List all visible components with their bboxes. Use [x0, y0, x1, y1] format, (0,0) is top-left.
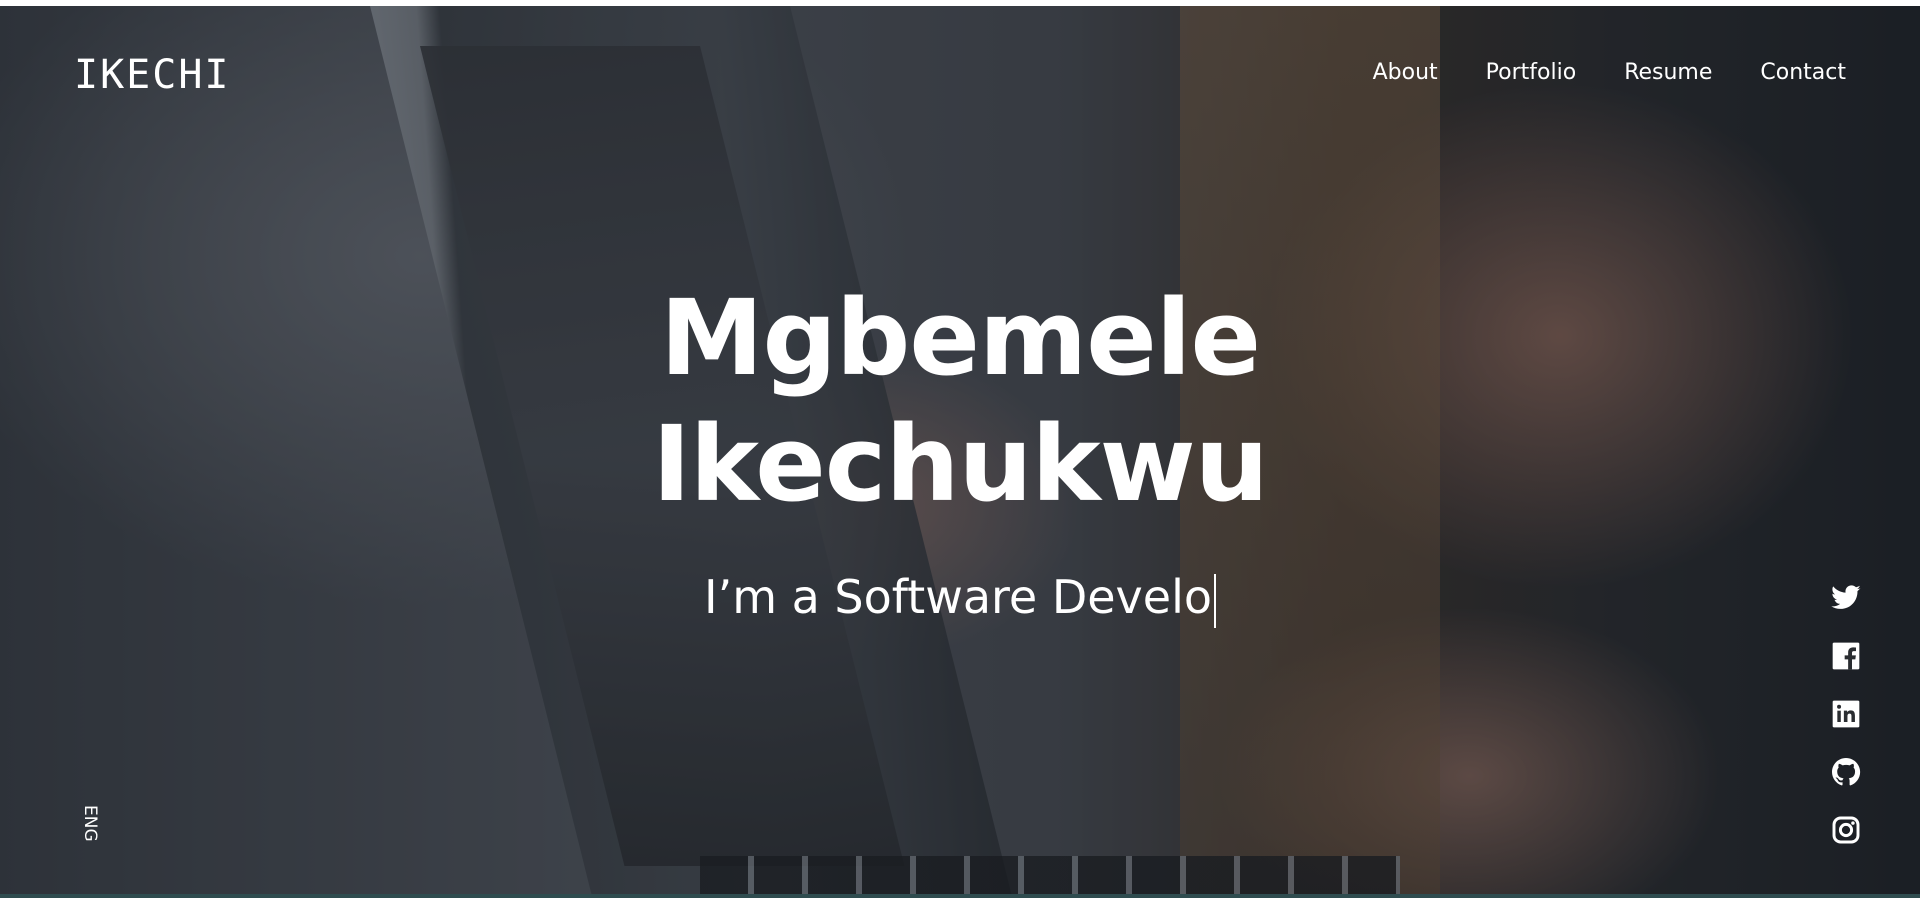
nav-about[interactable]: About [1373, 60, 1438, 85]
hero-name: Mgbemele Ikechukwu [0, 275, 1920, 527]
facebook-icon[interactable] [1830, 640, 1862, 672]
hero-name-first: Mgbemele [659, 277, 1261, 399]
typing-cursor [1214, 573, 1216, 628]
hero-tagline-text: I’m a Software Develo [704, 570, 1212, 624]
language-switch[interactable]: ENG [80, 805, 100, 842]
nav-contact[interactable]: Contact [1760, 60, 1846, 85]
hero-tagline: I’m a Software Develo [0, 570, 1920, 628]
instagram-icon[interactable] [1830, 814, 1862, 846]
main-nav: About Portfolio Resume Contact [1373, 60, 1846, 85]
site-logo[interactable]: IKECHI [74, 52, 231, 98]
nav-resume[interactable]: Resume [1624, 60, 1712, 85]
twitter-icon[interactable] [1830, 582, 1862, 614]
nav-portfolio[interactable]: Portfolio [1486, 60, 1577, 85]
bottom-bar [0, 894, 1920, 898]
linkedin-icon[interactable] [1830, 698, 1862, 730]
github-icon[interactable] [1830, 756, 1862, 788]
hero-name-last: Ikechukwu [652, 403, 1269, 525]
social-links [1830, 582, 1862, 846]
